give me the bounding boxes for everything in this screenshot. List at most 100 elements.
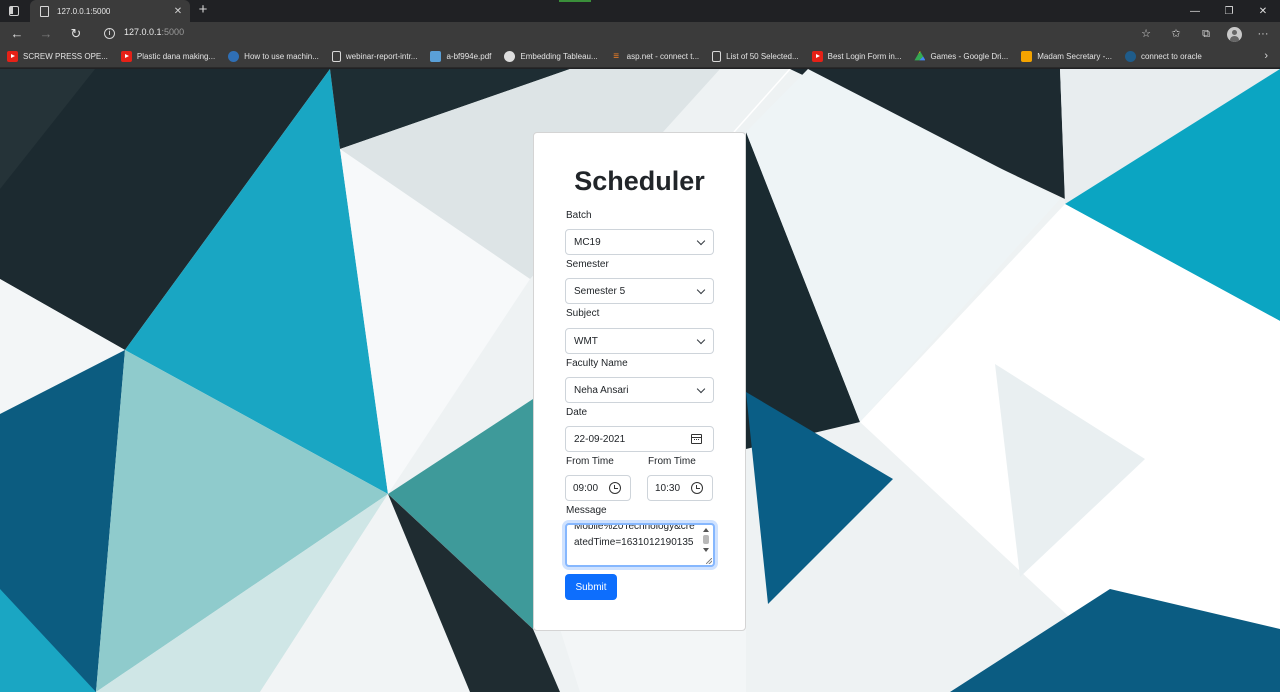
bookmark-item[interactable]: List of 50 Selected...	[712, 51, 799, 62]
google-drive-icon	[914, 51, 926, 61]
faculty-label: Faculty Name	[566, 358, 628, 369]
date-label: Date	[566, 407, 588, 418]
youtube-icon	[120, 51, 132, 62]
submit-button[interactable]: Submit	[565, 574, 617, 600]
batch-label: Batch	[566, 210, 592, 221]
page-title: Scheduler	[574, 166, 705, 196]
chevron-down-icon	[696, 285, 706, 295]
bookmark-item[interactable]: Games - Google Dri...	[914, 51, 1008, 62]
image-icon	[430, 51, 442, 62]
bookmark-item[interactable]: connect to oracle	[1124, 51, 1202, 62]
clock-icon[interactable]	[609, 482, 621, 494]
favorites-icon[interactable]: ✩	[1167, 25, 1185, 43]
url-host: 127.0.0.1	[124, 27, 162, 37]
faculty-select[interactable]: Neha Ansari	[565, 377, 714, 403]
subject-select[interactable]: WMT	[565, 328, 714, 354]
window-controls: — ❐ ✕	[1178, 0, 1280, 22]
tab-actions-icon[interactable]	[4, 2, 24, 20]
bookmark-item[interactable]: Madam Secretary -...	[1021, 51, 1112, 62]
address-bar[interactable]: 127.0.0.1:5000	[124, 27, 184, 37]
bookmark-label: a-bf994e.pdf	[446, 52, 492, 61]
scroll-thumb[interactable]	[703, 535, 709, 544]
bookmark-label: Games - Google Dri...	[930, 52, 1009, 61]
bookmark-item[interactable]: SCREW PRESS OPE...	[7, 51, 108, 62]
clock-icon[interactable]	[691, 482, 703, 494]
site-info-icon[interactable]: i	[104, 28, 115, 39]
close-window-button[interactable]: ✕	[1246, 0, 1280, 22]
tab-close-icon[interactable]: ✕	[172, 6, 184, 17]
profile-icon[interactable]	[1227, 26, 1242, 42]
bookmark-item[interactable]: Embedding Tableau...	[504, 51, 598, 62]
tab-title: 127.0.0.1:5000	[57, 6, 111, 16]
bookmark-label: asp.net - connect t...	[626, 52, 700, 61]
from-time-value: 09:00	[573, 482, 599, 494]
bookmark-item[interactable]: Best Login Form in...	[811, 51, 901, 62]
bookmark-item[interactable]: a-bf994e.pdf	[430, 51, 491, 62]
semester-label: Semester	[566, 259, 609, 270]
stackoverflow-icon: ≡	[613, 51, 620, 62]
new-tab-button[interactable]: +	[195, 2, 211, 18]
scheduler-card: Scheduler Batch MC19 Semester Semester 5…	[533, 132, 746, 631]
site-icon	[1021, 51, 1033, 62]
resize-grip-icon[interactable]	[706, 558, 712, 564]
bookmark-label: Embedding Tableau...	[520, 52, 598, 61]
chevron-down-icon	[696, 384, 706, 394]
chevron-down-icon	[696, 335, 706, 345]
wordpress-icon	[504, 51, 516, 62]
subject-label: Subject	[566, 308, 600, 319]
scroll-down-icon[interactable]	[703, 548, 709, 552]
bookmark-label: SCREW PRESS OPE...	[23, 52, 108, 61]
read-aloud-icon[interactable]: ☆	[1137, 25, 1155, 43]
bookmark-label: connect to oracle	[1140, 52, 1202, 61]
scroll-up-icon[interactable]	[703, 528, 709, 532]
from-time-input[interactable]: 09:00	[565, 475, 631, 501]
date-value: 22-09-2021	[574, 433, 626, 445]
page-viewport: Scheduler Batch MC19 Semester Semester 5…	[0, 69, 1280, 692]
message-value: Mobile%20Technology&createdTime=16310121…	[574, 523, 695, 548]
bookmark-label: Plastic dana making...	[136, 52, 216, 61]
batch-select[interactable]: MC19	[565, 229, 714, 255]
browser-tab[interactable]: 127.0.0.1:5000 ✕	[30, 0, 190, 22]
bookmark-label: webinar-report-intr...	[345, 52, 418, 61]
chevron-down-icon	[696, 236, 706, 246]
bookmark-item[interactable]: How to use machin...	[228, 51, 319, 62]
document-icon	[712, 51, 722, 62]
toolbar-right: ☆ ✩ ⧉ ···	[1137, 25, 1272, 43]
tab-strip: 127.0.0.1:5000 ✕ + — ❐ ✕	[0, 0, 1280, 22]
semester-value: Semester 5	[574, 285, 626, 297]
forward-button[interactable]: →	[37, 25, 55, 43]
site-icon	[1124, 51, 1136, 62]
semester-select[interactable]: Semester 5	[565, 278, 714, 304]
youtube-icon	[811, 51, 823, 62]
message-textarea[interactable]: Mobile%20Technology&createdTime=16310121…	[565, 523, 715, 567]
browser-toolbar: ← → ↻ i 127.0.0.1:5000 ☆ ✩ ⧉ ···	[0, 22, 1280, 46]
back-button[interactable]: ←	[8, 25, 26, 43]
subject-value: WMT	[574, 335, 598, 347]
document-icon	[331, 51, 341, 62]
calendar-icon[interactable]	[691, 434, 702, 444]
to-time-input[interactable]: 10:30	[647, 475, 713, 501]
bookmark-item[interactable]: Plastic dana making...	[120, 51, 216, 62]
bookmarks-bar: SCREW PRESS OPE... Plastic dana making..…	[0, 46, 1280, 68]
refresh-button[interactable]: ↻	[67, 25, 85, 43]
textarea-scrollbar[interactable]	[702, 528, 710, 554]
date-input[interactable]: 22-09-2021	[565, 426, 714, 452]
collections-icon[interactable]: ⧉	[1197, 25, 1215, 43]
restore-button[interactable]: ❐	[1212, 0, 1246, 22]
site-icon	[228, 51, 240, 62]
bookmark-item[interactable]: webinar-report-intr...	[331, 51, 418, 62]
minimize-button[interactable]: —	[1178, 0, 1212, 22]
url-port: :5000	[161, 27, 185, 37]
batch-value: MC19	[574, 236, 601, 248]
more-icon[interactable]: ···	[1254, 25, 1272, 43]
chevron-right-icon[interactable]: ›	[1264, 50, 1268, 62]
to-time-label: From Time	[648, 456, 696, 467]
bookmark-item[interactable]: ≡ asp.net - connect t...	[611, 51, 699, 62]
to-time-value: 10:30	[655, 482, 681, 494]
bookmark-label: Madam Secretary -...	[1037, 52, 1112, 61]
drag-indicator	[559, 0, 591, 2]
youtube-icon	[7, 51, 18, 62]
faculty-value: Neha Ansari	[574, 384, 629, 396]
from-time-label: From Time	[566, 456, 614, 467]
bookmark-label: List of 50 Selected...	[726, 52, 799, 61]
